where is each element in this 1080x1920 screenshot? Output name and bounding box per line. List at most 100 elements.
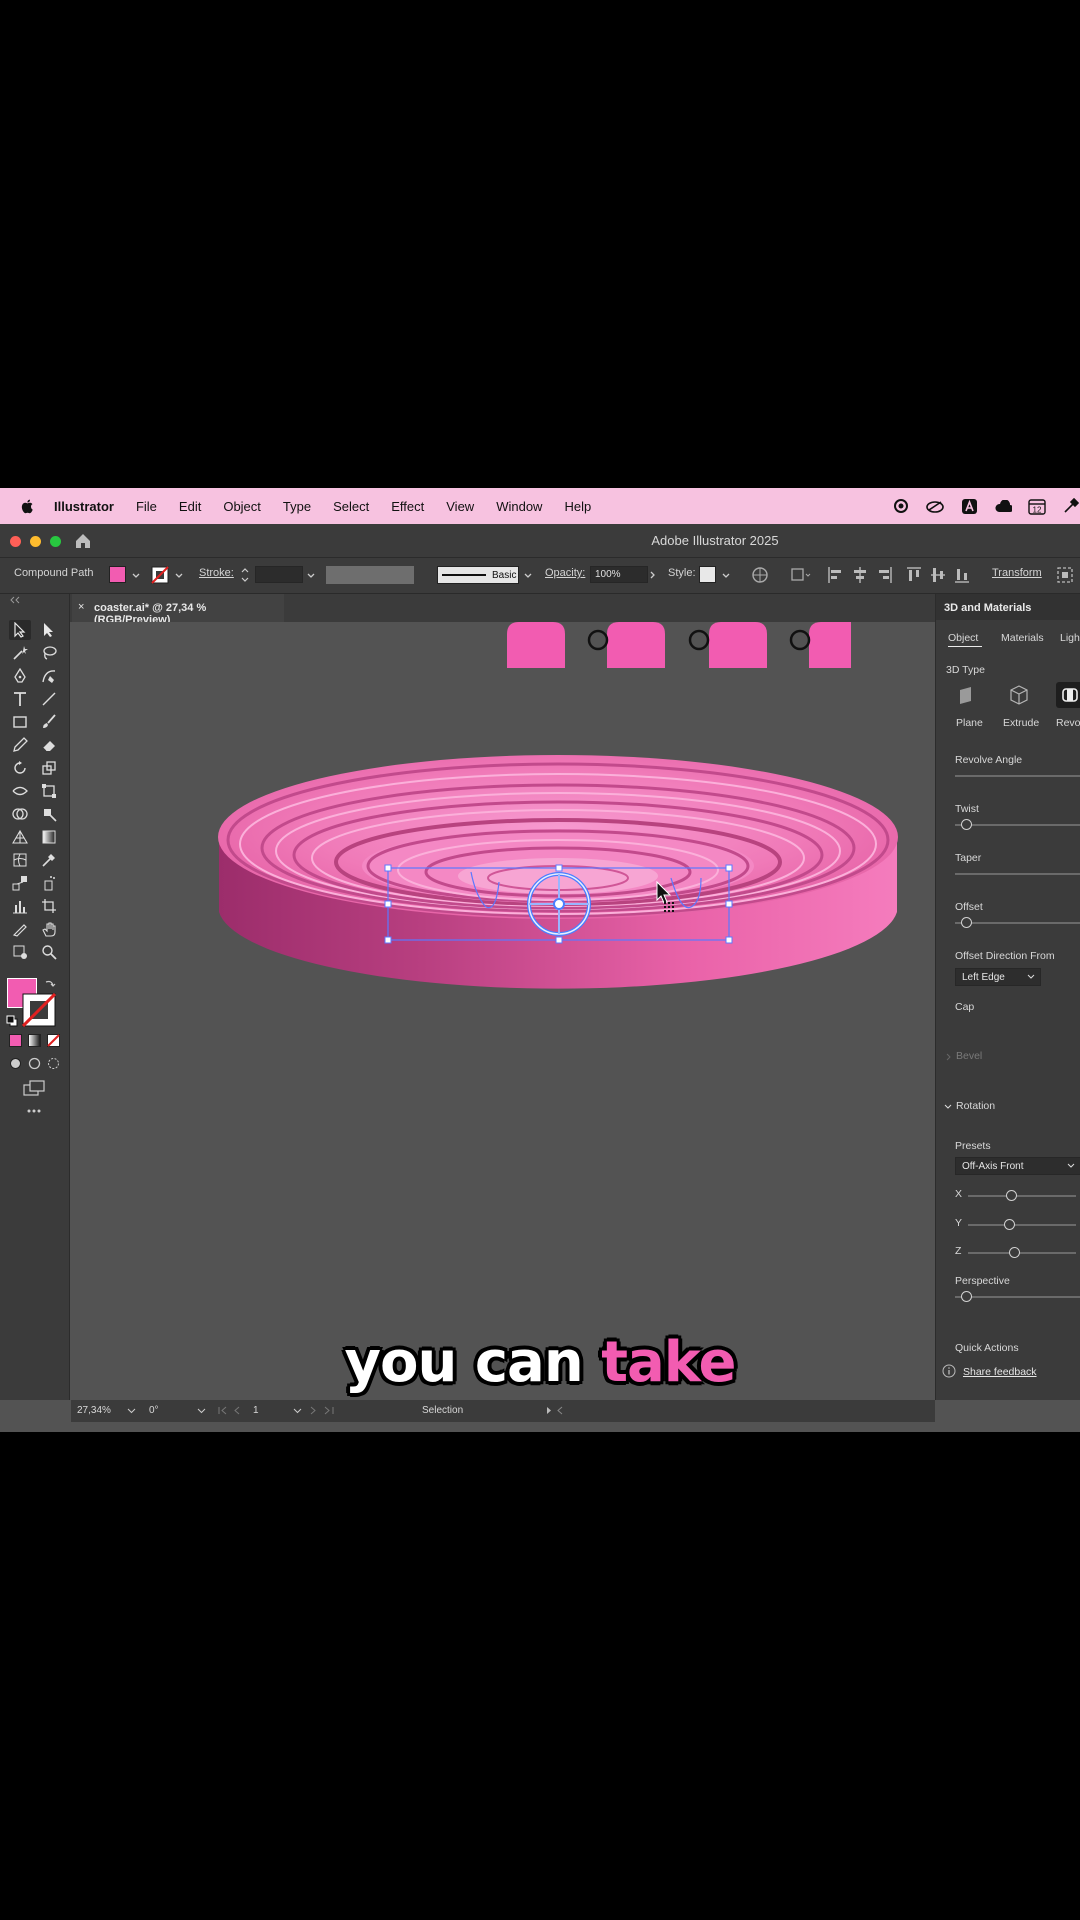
graphic-style-swatch[interactable] xyxy=(699,566,716,583)
puppet-warp-tool-icon[interactable] xyxy=(9,942,31,962)
offset-direction-dropdown[interactable]: Left Edge xyxy=(955,968,1041,986)
plane-type-icon[interactable] xyxy=(956,684,978,706)
menu-object[interactable]: Object xyxy=(223,499,261,514)
artboard-prev-buttons[interactable] xyxy=(217,1405,257,1416)
column-graph-tool-icon[interactable] xyxy=(9,896,31,916)
adobe-icon[interactable] xyxy=(960,497,978,515)
draw-normal-icon[interactable] xyxy=(9,1057,22,1070)
default-colors-icon[interactable] xyxy=(6,1015,18,1027)
isolate-icon[interactable] xyxy=(1056,566,1074,584)
menu-file[interactable]: File xyxy=(136,499,157,514)
direct-selection-tool-icon[interactable] xyxy=(38,620,60,640)
more-tools-icon[interactable] xyxy=(26,1108,42,1114)
calendar-icon[interactable]: 12 xyxy=(1028,497,1046,515)
tab-materials[interactable]: Materials xyxy=(1001,632,1044,644)
swap-colors-icon[interactable] xyxy=(44,978,56,990)
cloud-icon[interactable] xyxy=(994,497,1012,515)
chevron-down-icon[interactable] xyxy=(293,1407,302,1416)
status-nav-arrows[interactable] xyxy=(545,1406,565,1415)
align-bottom-icon[interactable] xyxy=(954,566,970,584)
stroke-none-swatch[interactable] xyxy=(151,566,169,584)
opacity-field[interactable]: 100% xyxy=(590,566,648,583)
align-center-icon[interactable] xyxy=(852,566,868,584)
chevron-down-icon[interactable] xyxy=(197,1407,206,1416)
selection-tool-icon[interactable] xyxy=(9,620,31,640)
tab-lighting[interactable]: Ligh xyxy=(1060,632,1080,644)
twist-slider-track[interactable] xyxy=(955,824,1080,826)
menu-app-name[interactable]: Illustrator xyxy=(54,499,114,514)
opacity-label[interactable]: Opacity: xyxy=(545,567,585,579)
creative-cloud-icon[interactable] xyxy=(926,497,944,515)
eyedropper-tool-icon[interactable] xyxy=(38,850,60,870)
coaster-3d-object[interactable] xyxy=(218,755,898,989)
stepper-icon[interactable] xyxy=(240,566,250,584)
type-tool-icon[interactable] xyxy=(9,689,31,709)
draw-inside-icon[interactable] xyxy=(47,1057,60,1070)
width-tool-icon[interactable] xyxy=(9,781,31,801)
rotation-y-slider-track[interactable] xyxy=(968,1224,1076,1226)
slice-tool-icon[interactable] xyxy=(9,919,31,939)
fill-swatch[interactable] xyxy=(109,566,126,583)
rotation-section-label[interactable]: Rotation xyxy=(956,1100,995,1112)
lasso-tool-icon[interactable] xyxy=(38,643,60,663)
revolve-angle-slider[interactable] xyxy=(955,775,1080,777)
none-mode-button[interactable] xyxy=(47,1034,60,1047)
stroke-label[interactable]: Stroke: xyxy=(199,567,234,579)
gradient-mode-button[interactable] xyxy=(28,1034,41,1047)
tab-object[interactable]: Object xyxy=(948,632,978,644)
align-to-icon[interactable] xyxy=(791,566,813,584)
align-top-icon[interactable] xyxy=(906,566,922,584)
perspective-slider-knob[interactable] xyxy=(961,1291,972,1302)
zoom-level[interactable]: 27,34% xyxy=(77,1405,111,1416)
record-icon[interactable] xyxy=(892,497,910,515)
extrude-type-icon[interactable] xyxy=(1008,684,1030,706)
menu-select[interactable]: Select xyxy=(333,499,369,514)
rotation-z-slider-track[interactable] xyxy=(968,1252,1076,1254)
revolve-type-button[interactable] xyxy=(1056,682,1080,708)
artboard-number[interactable]: 1 xyxy=(253,1405,259,1416)
taper-slider[interactable] xyxy=(955,873,1080,875)
paintbrush-tool-icon[interactable] xyxy=(38,712,60,732)
rotation-y-slider-knob[interactable] xyxy=(1004,1219,1015,1230)
recolor-icon[interactable] xyxy=(751,566,769,584)
chevron-down-icon[interactable] xyxy=(306,571,316,581)
perspective-slider-track[interactable] xyxy=(955,1296,1080,1298)
align-right-icon[interactable] xyxy=(876,566,892,584)
free-transform-tool-icon[interactable] xyxy=(38,781,60,801)
chevron-down-icon[interactable] xyxy=(721,571,731,581)
rotation-x-slider-knob[interactable] xyxy=(1006,1190,1017,1201)
blend-tool-icon[interactable] xyxy=(9,873,31,893)
twist-slider-knob[interactable] xyxy=(961,819,972,830)
offset-slider-track[interactable] xyxy=(955,922,1080,924)
mesh-tool-icon[interactable] xyxy=(9,850,31,870)
chevron-down-icon[interactable] xyxy=(131,571,141,581)
chevron-right-icon[interactable] xyxy=(648,570,658,580)
chevron-down-icon[interactable] xyxy=(127,1407,136,1416)
artboard-canvas[interactable] xyxy=(71,622,933,1400)
rotation-x-slider-track[interactable] xyxy=(968,1195,1076,1197)
menu-edit[interactable]: Edit xyxy=(179,499,201,514)
transform-link[interactable]: Transform xyxy=(992,567,1042,579)
menu-window[interactable]: Window xyxy=(496,499,542,514)
chevron-down-icon[interactable] xyxy=(174,571,184,581)
rotation-z-slider-knob[interactable] xyxy=(1009,1247,1020,1258)
align-left-icon[interactable] xyxy=(828,566,844,584)
gradient-tool-icon[interactable] xyxy=(38,827,60,847)
zoom-tool-icon[interactable] xyxy=(38,942,60,962)
brush-definition[interactable]: Basic xyxy=(437,566,519,584)
artboard-next-buttons[interactable] xyxy=(309,1405,349,1416)
menu-view[interactable]: View xyxy=(446,499,474,514)
screen-mode-icon[interactable] xyxy=(23,1080,45,1096)
align-middle-icon[interactable] xyxy=(930,566,946,584)
live-paint-tool-icon[interactable] xyxy=(38,804,60,824)
draw-behind-icon[interactable] xyxy=(28,1057,41,1070)
presets-dropdown[interactable]: Off-Axis Front xyxy=(955,1157,1080,1175)
curvature-tool-icon[interactable] xyxy=(38,666,60,686)
rotate-tool-icon[interactable] xyxy=(9,758,31,778)
menu-effect[interactable]: Effect xyxy=(391,499,424,514)
pencil-tool-icon[interactable] xyxy=(9,735,31,755)
close-tab-icon[interactable]: × xyxy=(78,601,84,613)
variable-width-profile[interactable] xyxy=(326,566,414,584)
menu-type[interactable]: Type xyxy=(283,499,311,514)
3d-rotation-widget[interactable] xyxy=(527,872,591,936)
